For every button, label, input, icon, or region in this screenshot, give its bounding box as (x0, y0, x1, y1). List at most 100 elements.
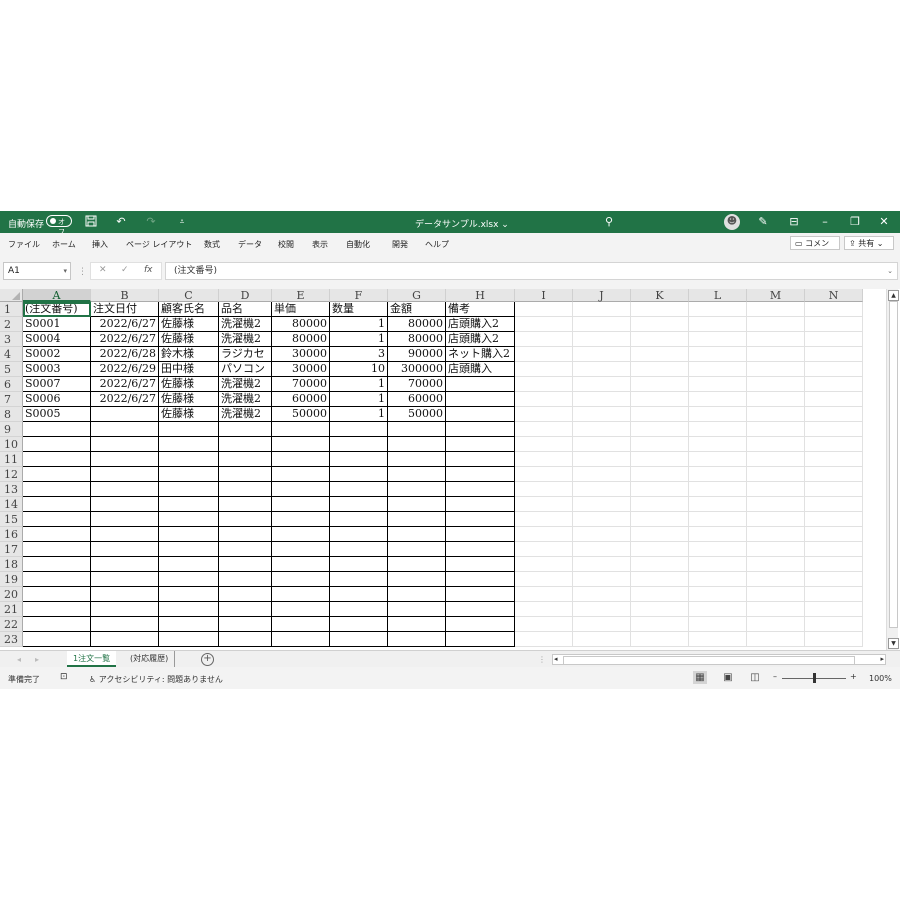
zoom-out-icon[interactable]: – (773, 672, 777, 681)
row-header-6[interactable]: 6 (0, 377, 23, 392)
empty-cell[interactable] (631, 377, 689, 392)
header-cell[interactable]: 品名 (219, 302, 272, 317)
data-cell[interactable]: 1 (330, 392, 388, 407)
empty-cell[interactable] (446, 572, 515, 587)
empty-cell[interactable] (573, 317, 631, 332)
data-cell[interactable]: 店頭購入2 (446, 332, 515, 347)
empty-cell[interactable] (515, 377, 573, 392)
empty-cell[interactable] (573, 632, 631, 647)
empty-cell[interactable] (219, 632, 272, 647)
empty-cell[interactable] (631, 362, 689, 377)
empty-cell[interactable] (446, 542, 515, 557)
header-cell[interactable]: 備考 (446, 302, 515, 317)
data-cell[interactable]: 店頭購入2 (446, 317, 515, 332)
empty-cell[interactable] (805, 602, 863, 617)
row-header-19[interactable]: 19 (0, 572, 23, 587)
empty-cell[interactable] (446, 617, 515, 632)
column-header-n[interactable]: N (805, 289, 863, 302)
empty-cell[interactable] (805, 347, 863, 362)
header-cell[interactable]: 数量 (330, 302, 388, 317)
empty-cell[interactable] (805, 422, 863, 437)
empty-cell[interactable] (330, 572, 388, 587)
data-cell[interactable]: S0003 (23, 362, 91, 377)
empty-cell[interactable] (446, 602, 515, 617)
empty-cell[interactable] (805, 512, 863, 527)
empty-cell[interactable] (515, 362, 573, 377)
empty-cell[interactable] (446, 527, 515, 542)
data-cell[interactable]: 70000 (388, 377, 446, 392)
empty-cell[interactable] (747, 317, 805, 332)
ribbon-display-icon[interactable]: ⊟ (787, 215, 801, 229)
empty-cell[interactable] (23, 512, 91, 527)
empty-cell[interactable] (272, 542, 330, 557)
empty-cell[interactable] (159, 422, 219, 437)
empty-cell[interactable] (573, 587, 631, 602)
empty-cell[interactable] (805, 542, 863, 557)
empty-cell[interactable] (689, 302, 747, 317)
empty-cell[interactable] (23, 452, 91, 467)
empty-cell[interactable] (689, 542, 747, 557)
zoom-slider-thumb[interactable] (813, 673, 816, 683)
empty-cell[interactable] (23, 497, 91, 512)
formula-input[interactable]: (注文番号) ⌄ (165, 262, 898, 280)
column-header-j[interactable]: J (573, 289, 631, 302)
empty-cell[interactable] (23, 542, 91, 557)
empty-cell[interactable] (446, 497, 515, 512)
data-cell[interactable]: 90000 (388, 347, 446, 362)
empty-cell[interactable] (631, 422, 689, 437)
empty-cell[interactable] (219, 572, 272, 587)
data-cell[interactable]: 1 (330, 317, 388, 332)
empty-cell[interactable] (272, 437, 330, 452)
empty-cell[interactable] (23, 422, 91, 437)
empty-cell[interactable] (631, 407, 689, 422)
empty-cell[interactable] (573, 467, 631, 482)
row-header-8[interactable]: 8 (0, 407, 23, 422)
horizontal-scrollbar[interactable]: ◂ ▸ (552, 654, 886, 665)
empty-cell[interactable] (159, 512, 219, 527)
empty-cell[interactable] (689, 377, 747, 392)
empty-cell[interactable] (219, 422, 272, 437)
column-header-a[interactable]: A (23, 289, 91, 302)
empty-cell[interactable] (747, 467, 805, 482)
empty-cell[interactable] (330, 587, 388, 602)
empty-cell[interactable] (573, 557, 631, 572)
vertical-scrollbar[interactable]: ▲ ▼ (886, 289, 899, 650)
tab-help[interactable]: ヘルプ (425, 239, 449, 250)
empty-cell[interactable] (631, 602, 689, 617)
empty-cell[interactable] (159, 497, 219, 512)
empty-cell[interactable] (159, 602, 219, 617)
column-header-k[interactable]: K (631, 289, 689, 302)
empty-cell[interactable] (689, 347, 747, 362)
empty-cell[interactable] (689, 392, 747, 407)
empty-cell[interactable] (631, 467, 689, 482)
empty-cell[interactable] (446, 512, 515, 527)
empty-cell[interactable] (219, 497, 272, 512)
add-sheet-icon[interactable]: + (201, 653, 214, 666)
empty-cell[interactable] (573, 572, 631, 587)
empty-cell[interactable] (631, 497, 689, 512)
empty-cell[interactable] (272, 497, 330, 512)
empty-cell[interactable] (515, 332, 573, 347)
tab-view[interactable]: 表示 (312, 239, 328, 250)
empty-cell[interactable] (515, 317, 573, 332)
header-cell[interactable]: 注文日付 (91, 302, 159, 317)
empty-cell[interactable] (272, 617, 330, 632)
empty-cell[interactable] (272, 557, 330, 572)
empty-cell[interactable] (388, 632, 446, 647)
empty-cell[interactable] (689, 527, 747, 542)
empty-cell[interactable] (805, 452, 863, 467)
column-header-g[interactable]: G (388, 289, 446, 302)
empty-cell[interactable] (272, 572, 330, 587)
empty-cell[interactable] (23, 617, 91, 632)
scroll-right-icon[interactable]: ▸ (880, 655, 884, 663)
data-cell[interactable]: ネット購入2 (446, 347, 515, 362)
data-cell[interactable]: 洗濯機2 (219, 377, 272, 392)
tab-file[interactable]: ファイル (8, 239, 40, 250)
row-header-11[interactable]: 11 (0, 452, 23, 467)
header-cell[interactable]: 金額 (388, 302, 446, 317)
zoom-in-icon[interactable]: + (850, 672, 857, 681)
cancel-icon[interactable]: ✕ (99, 265, 107, 275)
empty-cell[interactable] (446, 422, 515, 437)
empty-cell[interactable] (91, 437, 159, 452)
empty-cell[interactable] (573, 497, 631, 512)
